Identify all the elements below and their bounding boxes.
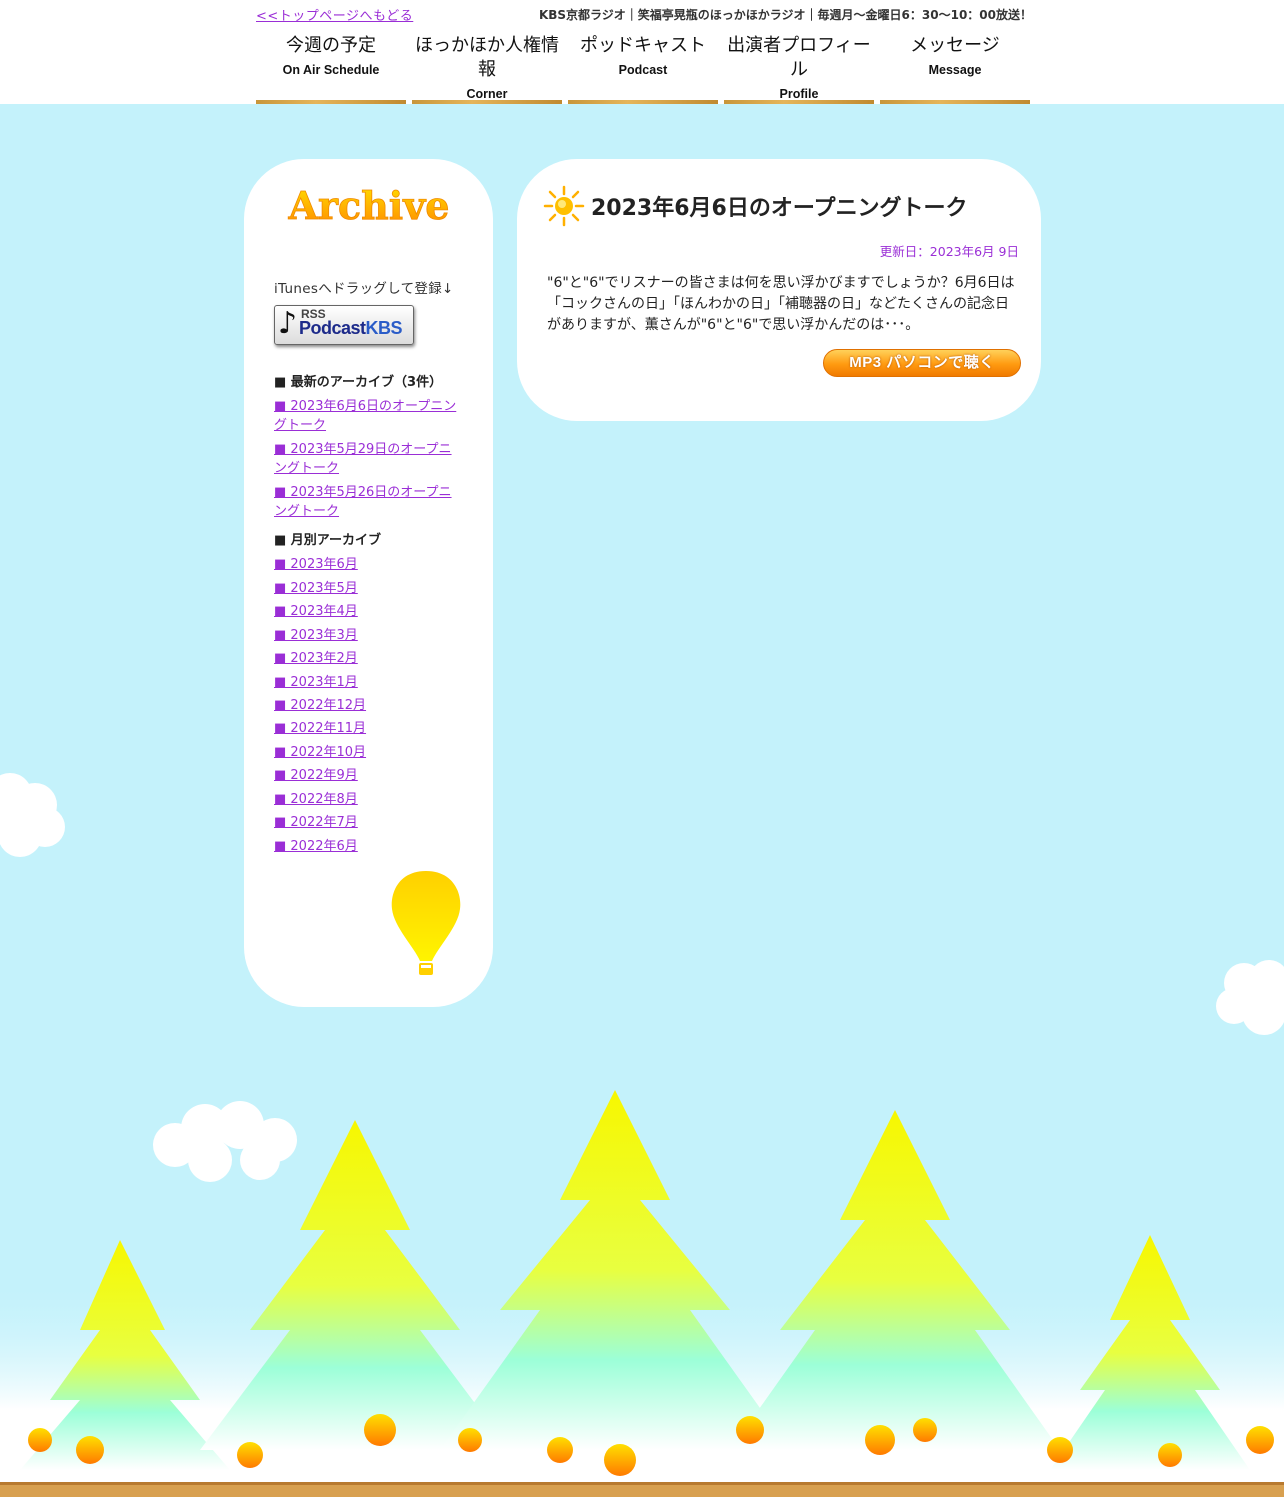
nav-label-en: Message [928, 63, 982, 77]
monthly-archive-link[interactable]: ■ 2022年6月 [274, 837, 464, 856]
nav-label-jp: メッセージ [910, 35, 1000, 56]
nav-label-jp: 今週の予定 [286, 35, 376, 56]
balloon-icon [391, 871, 461, 975]
archive-logo-text: Archive [288, 183, 450, 228]
nav-label-jp: ポッドキャスト [580, 35, 706, 56]
monthly-archive-link[interactable]: ■ 2022年9月 [274, 766, 464, 785]
monthly-archive-heading: ■ 月別アーカイブ [274, 533, 382, 548]
music-note-icon: ♪ [278, 306, 298, 341]
mp3-listen-button[interactable]: MP3 パソコンで聴く [823, 349, 1021, 377]
rss-podcast-badge[interactable]: ♪ RSS PodcastKBS [274, 305, 414, 345]
monthly-archive-link[interactable]: ■ 2023年1月 [274, 673, 464, 692]
podcast-kbs-label: PodcastKBS [299, 318, 403, 338]
monthly-archive-link[interactable]: ■ 2022年10月 [274, 743, 464, 762]
nav-underline [256, 100, 406, 104]
nav-label-jp: ほっかほか人権情報 [415, 35, 559, 80]
monthly-archive-link[interactable]: ■ 2023年4月 [274, 602, 464, 621]
latest-archive-link[interactable]: ■ 2023年5月26日のオープニングトーク [274, 483, 464, 521]
monthly-archive-link[interactable]: ■ 2023年6月 [274, 555, 464, 574]
monthly-archive-link[interactable]: ■ 2023年2月 [274, 649, 464, 668]
nav-message[interactable]: メッセージ Message [880, 34, 1030, 104]
itunes-instruction: iTunesへドラッグして登録↓ [274, 281, 454, 297]
back-to-top-link[interactable]: <<トップページへもどる [256, 5, 413, 24]
nav-underline [880, 100, 1030, 104]
post-card: 2023年6月6日のオープニングトーク 更新日：2023年6月 9日 "6"と"… [517, 159, 1041, 421]
site-tagline: KBS京都ラジオ｜笑福亭晃瓶のほっかほかラジオ｜毎週月〜金曜日6：30〜10：0… [538, 8, 1032, 22]
monthly-archive-link[interactable]: ■ 2022年11月 [274, 719, 464, 738]
nav-underline [568, 100, 718, 104]
post-body: "6"と"6"でリスナーの皆さまは何を思い浮かびますでしょうか？6月6日は「コッ… [547, 275, 1015, 333]
latest-archive-link[interactable]: ■ 2023年6月6日のオープニングトーク [274, 397, 464, 435]
nav-podcast[interactable]: ポッドキャスト Podcast [568, 34, 718, 104]
latest-archive-link[interactable]: ■ 2023年5月29日のオープニングトーク [274, 440, 464, 478]
nav-profile[interactable]: 出演者プロフィール Profile [724, 34, 874, 104]
nav-corner[interactable]: ほっかほか人権情報 Corner [412, 34, 562, 104]
updated-date: 更新日：2023年6月 9日 [879, 244, 1019, 259]
archive-logo: Archive [287, 183, 450, 229]
global-nav: 今週の予定 On Air Schedule ほっかほか人権情報 Corner ポ… [256, 34, 1036, 104]
monthly-archive-link[interactable]: ■ 2023年5月 [274, 579, 464, 598]
sun-icon [543, 185, 585, 227]
nav-label-jp: 出演者プロフィール [727, 35, 871, 80]
nav-label-en: On Air Schedule [282, 63, 380, 77]
latest-archive-heading: ■ 最新のアーカイブ（3件） [274, 375, 443, 390]
cloud-right [1216, 960, 1284, 1035]
nav-label-en: Podcast [618, 63, 668, 77]
monthly-archive-link[interactable]: ■ 2022年12月 [274, 696, 464, 715]
nav-underline [724, 100, 874, 104]
nav-underline [412, 100, 562, 104]
cloud-left [0, 773, 65, 857]
nav-schedule[interactable]: 今週の予定 On Air Schedule [256, 34, 406, 104]
site-header: <<トップページへもどる KBS京都ラジオ｜笑福亭晃瓶のほっかほかラジオ｜毎週月… [0, 0, 1284, 104]
monthly-archive-link[interactable]: ■ 2022年8月 [274, 790, 464, 809]
monthly-archive-link[interactable]: ■ 2022年7月 [274, 813, 464, 832]
post-title: 2023年6月6日のオープニングトーク [591, 196, 968, 221]
archive-sidebar: Archive iTunesへドラッグして登録↓ ♪ RSS PodcastKB… [244, 159, 493, 1007]
forest-scenery [0, 1090, 1284, 1497]
monthly-archive-link[interactable]: ■ 2023年3月 [274, 626, 464, 645]
